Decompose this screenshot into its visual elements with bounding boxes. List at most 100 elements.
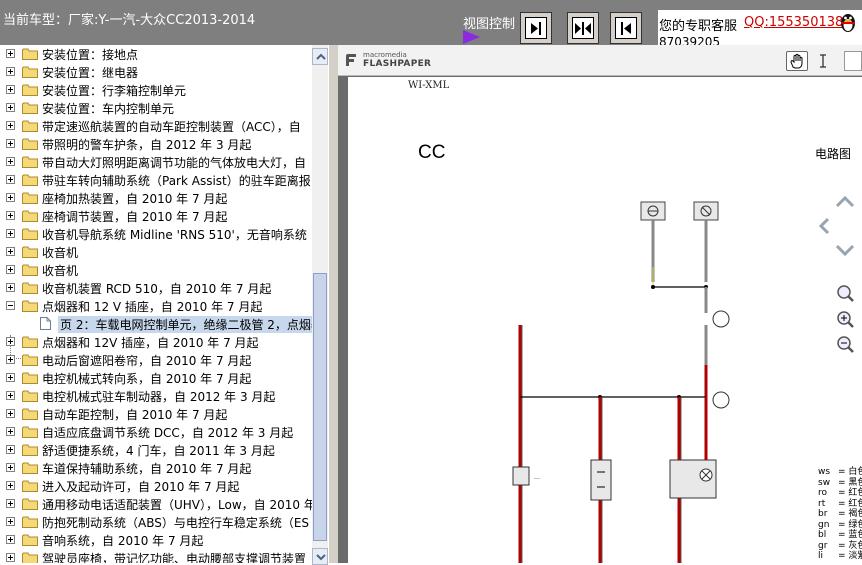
expand-icon[interactable]	[6, 157, 15, 166]
tree-folder-item[interactable]: 点烟器和 12V 插座，自 2010 年 7 月起	[0, 333, 312, 351]
support-label: 您的专职客服	[659, 19, 738, 34]
tree-folder-item[interactable]: 电控机械式转向系，自 2010 年 7 月起	[0, 369, 312, 387]
fit-width-button[interactable]	[567, 12, 599, 44]
support-qq-link[interactable]: QQ:1553501388	[744, 15, 852, 30]
next-page-button[interactable]	[520, 12, 552, 44]
scroll-down-button[interactable]	[312, 548, 328, 565]
folder-icon	[22, 372, 38, 384]
svg-text:…: …	[534, 474, 540, 481]
zoom-in-icon[interactable]	[837, 311, 854, 328]
tree-page-item[interactable]: 页 2：车载电网控制单元，绝缘二极管 2，点烟器	[0, 315, 312, 333]
scrollbar-thumb[interactable]	[313, 273, 327, 541]
tree-folder-item[interactable]: 音响系统，自 2010 年 7 月起	[0, 531, 312, 549]
tree-folder-item[interactable]: 带定速巡航装置的自动车距控制装置（ACC），自	[0, 117, 312, 135]
tree-folder-item[interactable]: 车道保持辅助系统，自 2010 年 7 月起	[0, 459, 312, 477]
expand-icon[interactable]	[6, 247, 15, 256]
folder-icon	[22, 462, 38, 474]
expand-icon[interactable]	[6, 409, 15, 418]
scroll-up-button[interactable]	[312, 48, 328, 65]
previous-page-button[interactable]	[610, 12, 642, 44]
zoom-out-icon[interactable]	[837, 336, 854, 353]
tree-item-label: 舒适便捷系统，4 门车，自 2011 年 3 月起	[42, 444, 275, 458]
tree-item-label: 安装位置：行李箱控制单元	[42, 84, 187, 98]
expand-icon[interactable]	[6, 49, 15, 58]
folder-icon	[22, 498, 38, 510]
tree-folder-item[interactable]: 带驻车转向辅助系统（Park Assist）的驻车距离报	[0, 171, 312, 189]
expand-icon[interactable]	[6, 193, 15, 202]
tree-folder-item[interactable]: 舒适便捷系统，4 门车，自 2011 年 3 月起	[0, 441, 312, 459]
tree-folder-item[interactable]: 安装位置：车内控制单元	[0, 99, 312, 117]
tree-item-label: 收音机	[42, 246, 79, 260]
hand-tool-button[interactable]	[786, 51, 808, 71]
zoom-fit-icon[interactable]	[837, 285, 854, 302]
viewer-nav-controls	[818, 195, 855, 353]
tree-folder-item[interactable]: 收音机	[0, 261, 312, 279]
tree-folder-item[interactable]: 收音机装置 RCD 510，自 2010 年 7 月起	[0, 279, 312, 297]
expand-icon[interactable]	[6, 517, 15, 526]
chevron-up-icon	[316, 53, 326, 60]
tree-folder-item[interactable]: 防抱死制动系统（ABS）与电控行车稳定系统（ES	[0, 513, 312, 531]
panel-splitter[interactable]	[328, 45, 338, 563]
tree-folder-item[interactable]: 带自动大灯照明距离调节功能的气体放电大灯，自	[0, 153, 312, 171]
expand-icon[interactable]	[6, 355, 15, 364]
tree-folder-item[interactable]: 安装位置：继电器	[0, 63, 312, 81]
expand-icon[interactable]	[6, 427, 15, 436]
folder-icon	[22, 336, 38, 348]
fuse-left-icon	[640, 201, 666, 221]
expand-icon[interactable]	[6, 139, 15, 148]
folder-icon	[22, 246, 38, 258]
expand-icon[interactable]	[6, 283, 15, 292]
expand-icon[interactable]	[6, 103, 15, 112]
play-arrow-icon[interactable]	[463, 30, 480, 44]
expand-icon[interactable]	[6, 121, 15, 130]
previous-icon[interactable]	[818, 217, 830, 235]
tree-folder-item[interactable]: 电控机械式驻车制动器，自 2012 年 3 月起	[0, 387, 312, 405]
folder-icon	[22, 48, 38, 60]
expand-icon[interactable]	[6, 211, 15, 220]
tree-folder-item[interactable]: 通用移动电话适配装置（UHV），Low，自 2010 年	[0, 495, 312, 513]
tree-folder-item[interactable]: 安装位置：行李箱控制单元	[0, 81, 312, 99]
tree-folder-item[interactable]: 收音机	[0, 243, 312, 261]
tree-folder-item[interactable]: 驾驶员座椅，带记忆功能、电动腰部支撑调节装置	[0, 549, 312, 563]
expand-icon[interactable]	[6, 373, 15, 382]
tree-item-label: 电控机械式转向系，自 2010 年 7 月起	[42, 372, 252, 386]
expand-icon[interactable]	[6, 337, 15, 346]
scroll-up-icon[interactable]	[835, 195, 855, 208]
tree-folder-item[interactable]: 安装位置：接地点	[0, 45, 312, 63]
expand-icon[interactable]	[6, 67, 15, 76]
tree-folder-item[interactable]: 收音机导航系统 Midline 'RNS 510'，无音响系统	[0, 225, 312, 243]
expand-icon[interactable]	[6, 445, 15, 454]
tree-folder-item[interactable]: 电动后窗遮阳卷帘，自 2010 年 7 月起	[0, 351, 312, 369]
tree-item-label: 防抱死制动系统（ABS）与电控行车稳定系统（ES	[42, 516, 310, 530]
tree-item-label: 通用移动电话适配装置（UHV），Low，自 2010 年	[42, 498, 312, 512]
tree-folder-item[interactable]: 带照明的警车护条，自 2012 年 3 月起	[0, 135, 312, 153]
current-car-model: 当前车型：厂家:Y-一汽-大众CC2013-2014	[3, 13, 256, 28]
tree-folder-item[interactable]: 座椅调节装置，自 2010 年 7 月起	[0, 207, 312, 225]
flashpaper-viewer: macromedia FLASHPAPER WI-XML CC 电路图 … ws…	[338, 45, 862, 563]
collapse-icon[interactable]	[6, 301, 15, 310]
folder-icon	[22, 444, 38, 456]
tree-folder-item[interactable]: 座椅加热装置，自 2010 年 7 月起	[0, 189, 312, 207]
expand-icon[interactable]	[6, 265, 15, 274]
expand-icon[interactable]	[6, 535, 15, 544]
folder-icon	[22, 534, 38, 546]
expand-icon[interactable]	[6, 553, 15, 562]
tree-folder-item[interactable]: 自动车距控制，自 2010 年 7 月起	[0, 405, 312, 423]
expand-icon[interactable]	[6, 391, 15, 400]
expand-icon[interactable]	[6, 463, 15, 472]
expand-icon[interactable]	[6, 85, 15, 94]
top-bar: 当前车型：厂家:Y-一汽-大众CC2013-2014 视图控制 您的专职客服 Q…	[0, 0, 862, 45]
expand-icon[interactable]	[6, 175, 15, 184]
tree-folder-item[interactable]: 点烟器和 12 V 插座，自 2010 年 7 月起	[0, 297, 312, 315]
text-select-icon[interactable]	[816, 51, 830, 71]
expand-icon[interactable]	[6, 481, 15, 490]
expand-icon[interactable]	[6, 229, 15, 238]
scroll-down-icon[interactable]	[835, 244, 855, 257]
logo-flashpaper-text: FLASHPAPER	[363, 59, 432, 69]
expand-icon[interactable]	[6, 499, 15, 508]
toolbar-extra-button[interactable]	[844, 51, 862, 71]
tree-folder-item[interactable]: 进入及起动许可，自 2010 年 7 月起	[0, 477, 312, 495]
tree-scrollbar[interactable]	[312, 45, 328, 565]
tree-folder-item[interactable]: 自适应底盘调节系统 DCC，自 2012 年 3 月起	[0, 423, 312, 441]
qq-penguin-icon[interactable]	[838, 11, 858, 33]
